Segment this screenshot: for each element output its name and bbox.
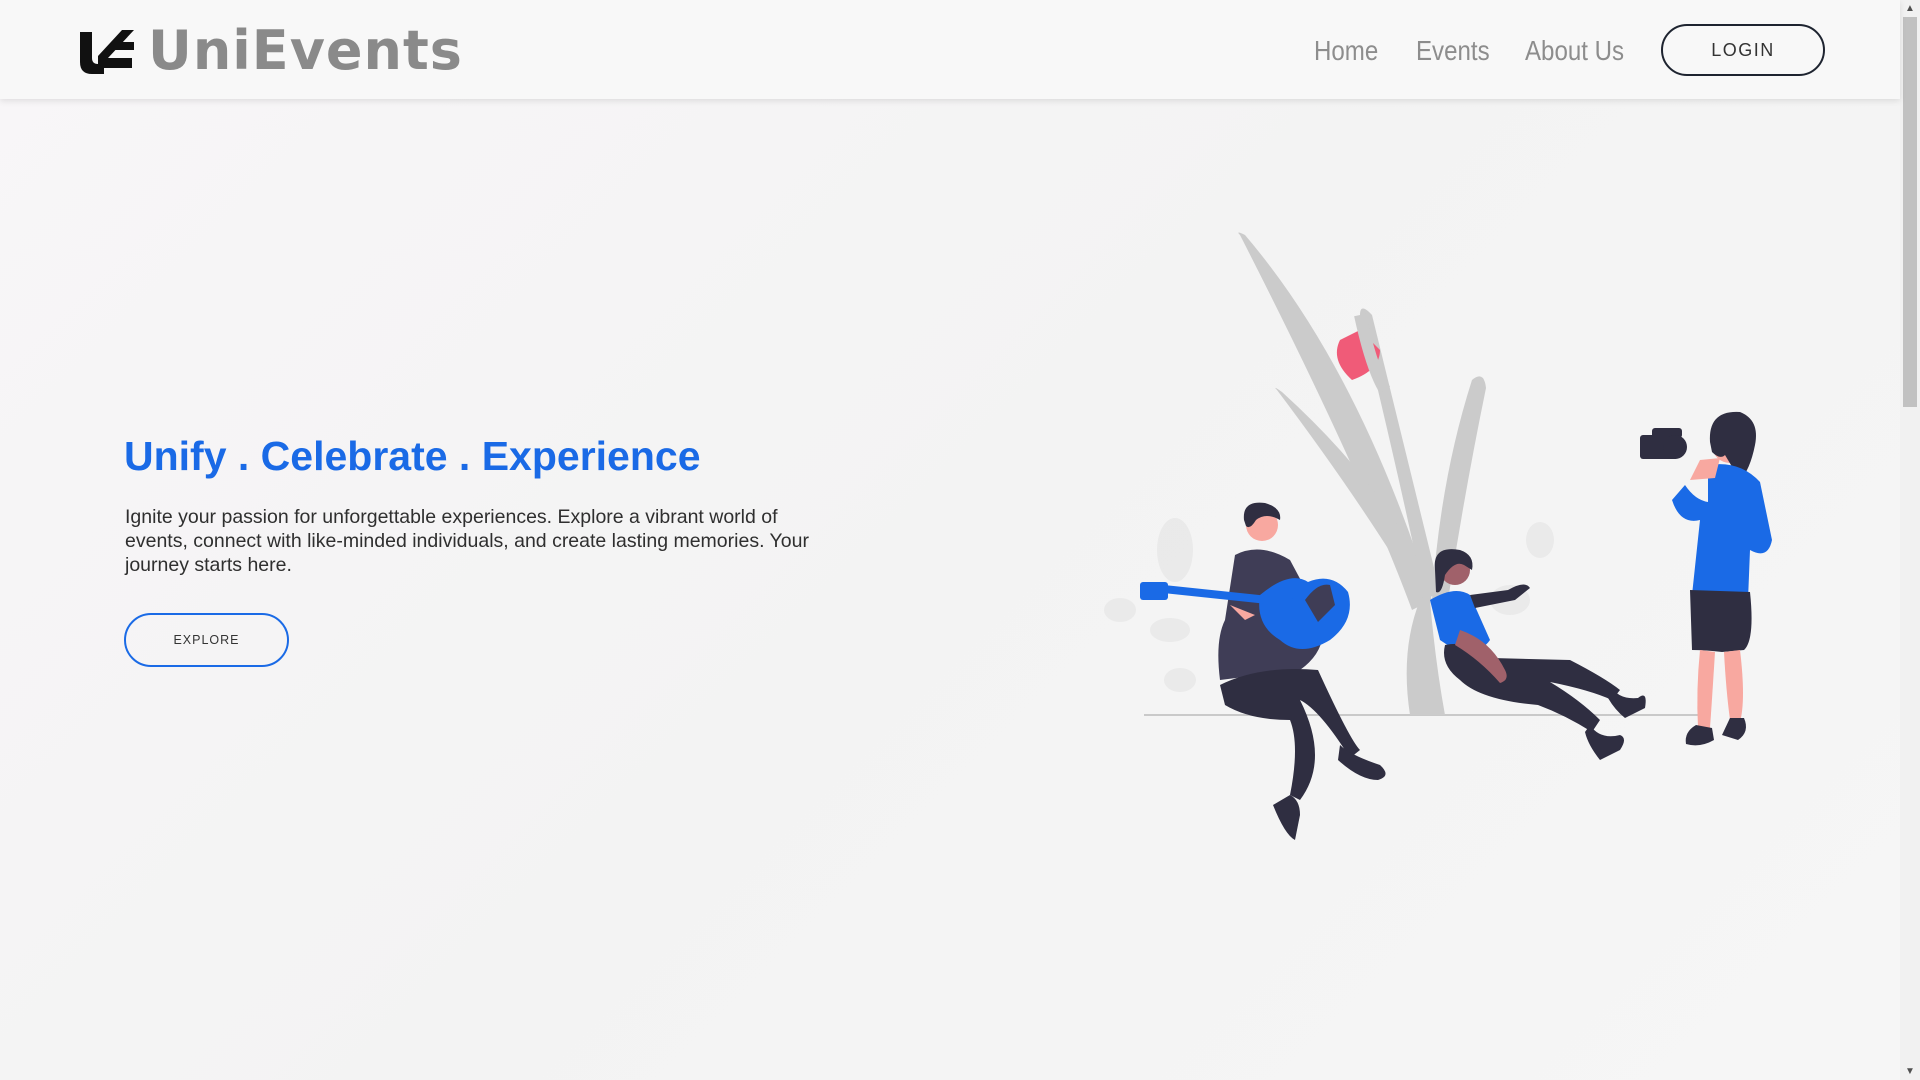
hero-title: Unify . Celebrate . Experience (124, 433, 701, 479)
navbar: UniEvents Home Events About Us LOGIN (0, 0, 1900, 99)
login-button[interactable]: LOGIN (1661, 24, 1825, 76)
people-making-music-and-photographing-illustration (1104, 232, 1772, 840)
photographer-figure (1640, 411, 1772, 746)
scrollbar-thumb[interactable] (1903, 17, 1917, 407)
nav-link-events[interactable]: Events (1416, 31, 1490, 71)
hero-description: Ignite your passion for unforgettable ex… (125, 506, 809, 576)
nav-links: Home Events About Us (0, 31, 1900, 71)
scrollbar[interactable]: ▲ ▼ (1900, 0, 1920, 1080)
nav-link-about-us[interactable]: About Us (1525, 31, 1624, 71)
sitting-woman-figure (1430, 549, 1646, 760)
scroll-up-arrow-icon[interactable]: ▲ (1900, 0, 1920, 17)
explore-button[interactable]: EXPLORE (124, 613, 289, 667)
nav-link-home[interactable]: Home (1314, 31, 1378, 71)
scroll-down-arrow-icon[interactable]: ▼ (1900, 1063, 1920, 1080)
